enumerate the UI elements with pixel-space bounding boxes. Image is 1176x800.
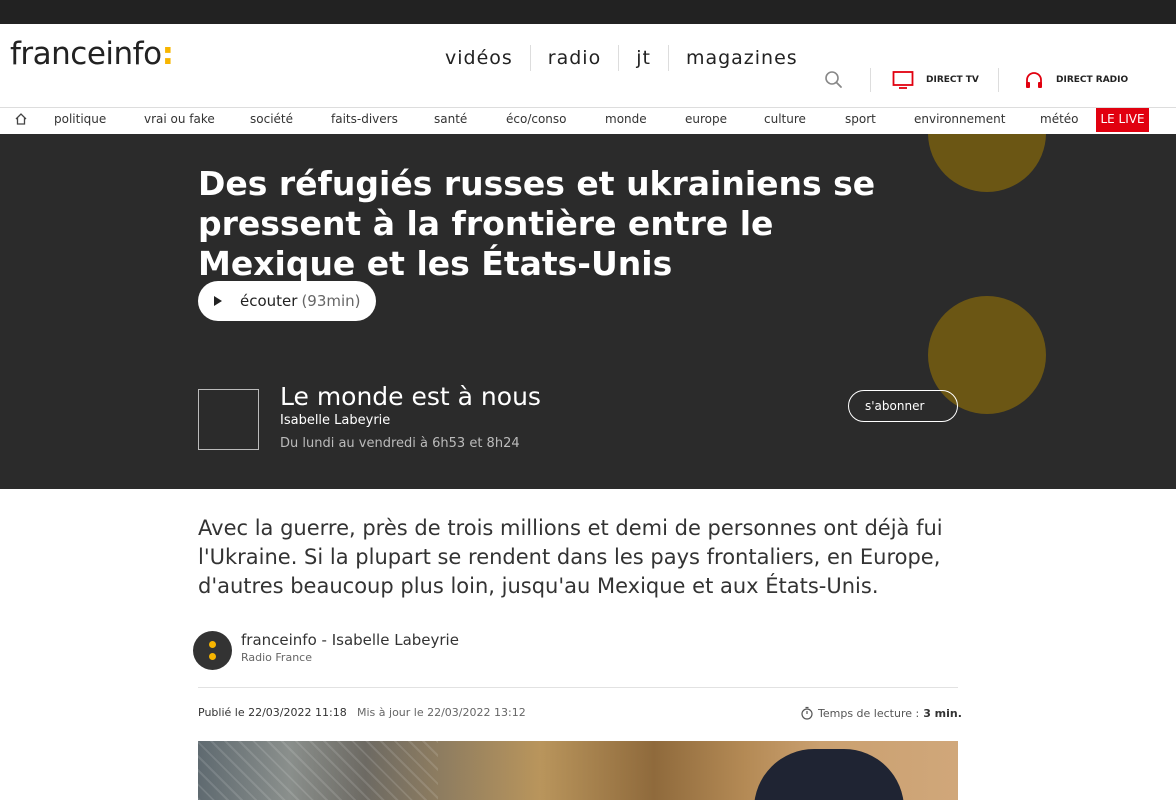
subnav-faits-divers[interactable]: faits-divers (331, 110, 398, 128)
subnav-meteo[interactable]: météo (1040, 110, 1079, 128)
header-divider (870, 68, 871, 92)
direct-radio-label: DIRECT RADIO (1056, 75, 1129, 85)
header-divider (998, 68, 999, 92)
play-icon (214, 296, 222, 306)
subnav-vrai-ou-fake[interactable]: vrai ou fake (144, 110, 215, 128)
top-black-bar (0, 0, 1176, 24)
listen-button[interactable]: écouter (93min) (198, 281, 376, 321)
author-name[interactable]: franceinfo - Isabelle Labeyrie (241, 631, 459, 649)
franceinfo-logo[interactable]: franceinfo: (10, 34, 174, 74)
main-nav: vidéos radio jt magazines (428, 42, 815, 74)
main-nav-radio[interactable]: radio (531, 45, 620, 71)
show-thumbnail[interactable] (198, 389, 259, 450)
divider (198, 687, 958, 688)
show-schedule: Du lundi au vendredi à 6h53 et 8h24 (280, 436, 520, 451)
direct-tv-link[interactable]: DIRECT TV (892, 70, 979, 90)
photo-person-cap (754, 749, 904, 800)
subnav-sport[interactable]: sport (845, 110, 876, 128)
logo-dot (209, 653, 216, 660)
logo-text: franceinfo (10, 36, 162, 72)
tv-icon (892, 71, 914, 89)
author-organization: Radio France (241, 651, 312, 664)
listen-duration: (93min) (301, 292, 361, 310)
headphones-icon (1026, 72, 1042, 88)
subnav-sante[interactable]: santé (434, 110, 467, 128)
home-icon[interactable] (14, 112, 28, 126)
published-date: Publié le 22/03/2022 11:18 (198, 706, 347, 719)
subnav-politique[interactable]: politique (54, 110, 106, 128)
main-nav-jt[interactable]: jt (619, 45, 669, 71)
reading-time-value: 3 min. (923, 706, 962, 720)
direct-tv-label: DIRECT TV (926, 75, 979, 85)
decorative-circle (928, 134, 1046, 192)
article-photo[interactable] (198, 741, 958, 800)
show-title[interactable]: Le monde est à nous (280, 381, 541, 413)
le-live-button[interactable]: LE LIVE (1096, 108, 1149, 132)
author-avatar (193, 631, 232, 670)
logo-colon: : (161, 36, 174, 72)
subnav-europe[interactable]: europe (685, 110, 727, 128)
reading-time: Temps de lecture : 3 min. (800, 706, 962, 720)
search-icon[interactable] (824, 70, 844, 90)
updated-date: Mis à jour le 22/03/2022 13:12 (357, 706, 526, 719)
subnav-societe[interactable]: société (250, 110, 293, 128)
stopwatch-icon (801, 706, 813, 720)
logo-dot (209, 641, 216, 648)
show-host: Isabelle Labeyrie (280, 413, 391, 428)
subnav-environnement[interactable]: environnement (914, 110, 1005, 128)
photo-fence (198, 741, 438, 800)
subscribe-button[interactable]: s'abonner (848, 390, 958, 422)
main-nav-magazines[interactable]: magazines (669, 45, 815, 71)
subnav-monde[interactable]: monde (605, 110, 647, 128)
main-nav-videos[interactable]: vidéos (428, 45, 531, 71)
subnav-eco-conso[interactable]: éco/conso (506, 110, 567, 128)
reading-time-label: Temps de lecture : (818, 706, 920, 720)
direct-radio-link[interactable]: DIRECT RADIO (1024, 70, 1128, 90)
listen-label: écouter (240, 292, 298, 310)
article-lede: Avec la guerre, près de trois millions e… (198, 516, 943, 598)
hero-section: Des réfugiés russes et ukrainiens se pre… (0, 134, 1176, 489)
article-headline: Des réfugiés russes et ukrainiens se pre… (198, 164, 876, 283)
subnav-culture[interactable]: culture (764, 110, 806, 128)
